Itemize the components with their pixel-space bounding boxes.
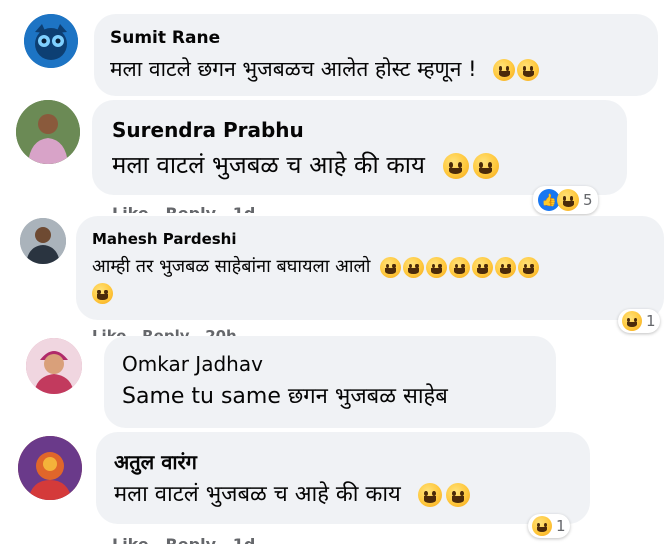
comment-text-content: मला वाटलं भुजबळ च आहे की काय bbox=[112, 151, 425, 179]
reaction-summary[interactable]: 1 bbox=[528, 514, 570, 538]
comment-text: मला वाटलं भुजबळ च आहे की काय bbox=[112, 148, 499, 181]
reaction-summary[interactable]: 1 bbox=[618, 309, 660, 333]
laughing-emoji-icon bbox=[493, 59, 516, 81]
like-link[interactable]: Like bbox=[112, 204, 149, 213]
haha-reaction-icon bbox=[532, 516, 552, 536]
reaction-count: 1 bbox=[646, 312, 656, 330]
haha-reaction-icon bbox=[622, 311, 642, 331]
laughing-emoji-icon bbox=[472, 153, 499, 179]
avatar[interactable] bbox=[16, 100, 80, 164]
commenter-name[interactable]: अतुल वारंग bbox=[114, 448, 197, 475]
reaction-count: 5 bbox=[583, 191, 593, 209]
comment-actions-cut: Like Reply 20h bbox=[92, 325, 237, 336]
reaction-count: 1 bbox=[556, 517, 566, 535]
laughing-emoji-icon bbox=[92, 282, 113, 304]
comment-actions-cut: Like Reply 1d bbox=[112, 534, 255, 544]
comment-text: मला वाटले छगन भुजबळच आलेत होस्ट म्हणून ! bbox=[110, 55, 540, 83]
comment-text: Same tu same छगन भुजबळ साहेब bbox=[122, 384, 448, 409]
rofl-emoji-icon bbox=[380, 256, 402, 278]
reply-link[interactable]: Reply bbox=[142, 327, 189, 336]
commenter-name[interactable]: Mahesh Pardeshi bbox=[92, 230, 237, 248]
commenter-name[interactable]: Surendra Prabhu bbox=[112, 118, 304, 142]
comment-time[interactable]: 1d bbox=[233, 204, 256, 213]
comment-text: मला वाटलं भुजबळ च आहे की काय bbox=[114, 478, 470, 508]
laughing-emoji-icon bbox=[445, 483, 470, 507]
comment-actions-cut: Like Reply 1d bbox=[112, 203, 255, 213]
reaction-summary[interactable]: 👍 5 bbox=[533, 186, 598, 214]
like-link[interactable]: Like bbox=[92, 327, 126, 336]
reply-link[interactable]: Reply bbox=[165, 535, 216, 544]
reply-link[interactable]: Reply bbox=[165, 204, 216, 213]
laughing-emoji-icon bbox=[442, 153, 469, 179]
laughing-emoji-icon bbox=[495, 256, 517, 278]
comment-time[interactable]: 1d bbox=[233, 535, 256, 544]
laughing-emoji-icon bbox=[518, 256, 540, 278]
commenter-name[interactable]: Sumit Rane bbox=[110, 28, 220, 48]
avatar[interactable] bbox=[20, 218, 66, 264]
laughing-emoji-icon bbox=[517, 59, 540, 81]
rofl-emoji-icon bbox=[472, 256, 494, 278]
rofl-emoji-icon bbox=[403, 256, 425, 278]
comment-text-content: आम्ही तर भुजबळ साहेबांना बघायला आलो bbox=[92, 256, 371, 277]
avatar[interactable] bbox=[18, 436, 82, 500]
avatar[interactable] bbox=[26, 338, 82, 394]
haha-reaction-icon bbox=[557, 189, 579, 211]
comment-text-content: मला वाटले छगन भुजबळच आलेत होस्ट म्हणून ! bbox=[110, 57, 477, 81]
comment-time[interactable]: 20h bbox=[205, 327, 237, 336]
avatar[interactable] bbox=[24, 14, 78, 68]
comment-text: आम्ही तर भुजबळ साहेबांना बघायला आलो bbox=[92, 254, 657, 306]
laughing-emoji-icon bbox=[417, 483, 442, 507]
rofl-emoji-icon bbox=[426, 256, 448, 278]
rofl-emoji-icon bbox=[449, 256, 471, 278]
like-link[interactable]: Like bbox=[112, 535, 149, 544]
comment-text-content: मला वाटलं भुजबळ च आहे की काय bbox=[114, 482, 401, 507]
commenter-name[interactable]: Omkar Jadhav bbox=[122, 352, 263, 376]
